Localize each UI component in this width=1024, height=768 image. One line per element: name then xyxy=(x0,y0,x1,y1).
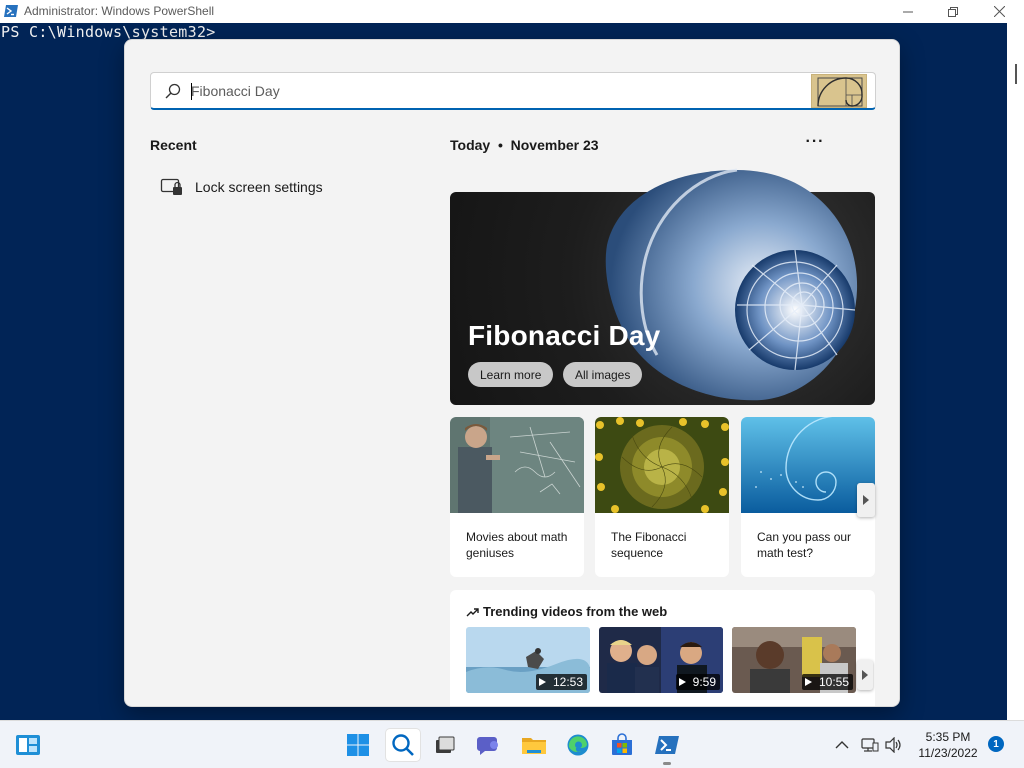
video-thumbnail[interactable]: 12:53 xyxy=(466,627,590,693)
widgets-button[interactable] xyxy=(11,729,45,761)
scrollbar-thumb[interactable] xyxy=(1015,64,1017,84)
restore-icon xyxy=(948,6,958,17)
video-duration: 10:55 xyxy=(818,675,849,689)
video-thumbnail[interactable]: 10:55 xyxy=(732,627,856,693)
search-box[interactable] xyxy=(150,72,876,110)
spiral-water-image xyxy=(741,417,875,513)
hero-title: Fibonacci Day xyxy=(468,320,661,351)
video-thumbnail[interactable]: 9:59 xyxy=(599,627,723,693)
edge-button[interactable] xyxy=(561,729,595,761)
lock-screen-settings-icon xyxy=(160,178,182,195)
play-icon xyxy=(678,678,686,686)
show-hidden-icons-button[interactable] xyxy=(832,735,852,755)
all-images-button[interactable]: All images xyxy=(563,362,643,387)
chevron-up-icon xyxy=(835,741,849,749)
console-scrollbar[interactable] xyxy=(1007,23,1024,720)
clock[interactable]: 5:35 PM 11/23/2022 xyxy=(910,729,986,761)
minimize-button[interactable] xyxy=(885,0,931,23)
close-icon xyxy=(993,6,1005,17)
close-button[interactable] xyxy=(976,0,1022,23)
widgets-icon xyxy=(16,735,40,755)
text-caret xyxy=(191,83,192,100)
tiles-next-button[interactable] xyxy=(857,483,875,517)
play-icon xyxy=(804,678,812,686)
search-icon xyxy=(165,83,181,99)
play-icon xyxy=(538,678,546,686)
search-flyout: Recent Lock screen settings Today • Nove… xyxy=(124,39,900,707)
taskbar: 5:35 PM 11/23/2022 1 xyxy=(0,720,1024,768)
trending-heading-label: Trending videos from the web xyxy=(483,604,668,619)
search-icon xyxy=(392,734,414,756)
task-view-button[interactable] xyxy=(428,729,462,761)
microsoft-store-icon xyxy=(612,733,632,755)
search-input[interactable] xyxy=(191,73,801,109)
tile-label: Movies about math geniuses xyxy=(466,530,568,560)
tile-label: The Fibonacci sequence xyxy=(611,530,687,560)
trending-arrow-icon xyxy=(466,607,479,616)
file-explorer-button[interactable] xyxy=(517,729,551,761)
restore-button[interactable] xyxy=(930,0,976,23)
trending-videos-card: Trending videos from the web 12:53 9:59 … xyxy=(450,590,875,706)
minimize-icon xyxy=(903,11,913,12)
chevron-right-icon xyxy=(862,670,868,680)
recent-item-label: Lock screen settings xyxy=(195,179,323,195)
learn-more-button[interactable]: Learn more xyxy=(468,362,554,387)
chalkboard-image xyxy=(450,417,584,513)
store-button[interactable] xyxy=(605,729,639,761)
window-title: Administrator: Windows PowerShell xyxy=(24,4,215,18)
tile-fibonacci-sequence[interactable]: The Fibonacci sequence xyxy=(595,417,729,577)
search-taskbar-button[interactable] xyxy=(386,729,420,761)
powershell-taskbar-button[interactable] xyxy=(650,729,684,765)
video-duration-badge: 12:53 xyxy=(535,674,587,690)
task-view-icon xyxy=(436,736,455,753)
chat-icon xyxy=(477,737,498,755)
more-options-button[interactable]: ··· xyxy=(799,130,831,154)
volume-button[interactable] xyxy=(884,735,904,755)
trending-heading: Trending videos from the web xyxy=(466,604,667,619)
running-indicator xyxy=(663,762,671,765)
chat-button[interactable] xyxy=(472,729,506,761)
recent-heading: Recent xyxy=(150,137,197,153)
video-duration: 9:59 xyxy=(692,675,716,689)
recent-item-lock-screen-settings[interactable]: Lock screen settings xyxy=(150,172,410,202)
powershell-icon xyxy=(655,736,679,754)
windows-logo-icon xyxy=(347,734,369,756)
edge-browser-icon xyxy=(567,734,589,756)
sunflower-image xyxy=(595,417,729,513)
start-button[interactable] xyxy=(341,729,375,761)
clock-date: 11/23/2022 xyxy=(918,746,978,760)
videos-next-button[interactable] xyxy=(857,660,873,690)
folder-icon xyxy=(522,738,546,754)
video-duration-badge: 9:59 xyxy=(675,674,720,690)
network-button[interactable] xyxy=(860,735,880,755)
powershell-app-icon xyxy=(4,5,18,17)
network-icon xyxy=(861,738,879,752)
chevron-right-icon xyxy=(863,495,869,505)
clock-time: 5:35 PM xyxy=(925,730,971,744)
speaker-icon xyxy=(885,737,901,753)
tile-movies-math-geniuses[interactable]: Movies about math geniuses xyxy=(450,417,584,577)
tile-label: Can you pass our math test? xyxy=(757,530,852,560)
today-heading: Today • November 23 xyxy=(450,137,599,153)
search-highlight-thumbnail[interactable] xyxy=(811,74,867,108)
video-duration-badge: 10:55 xyxy=(801,674,853,690)
tile-math-test[interactable]: Can you pass our math test? xyxy=(741,417,875,577)
golden-spiral-icon xyxy=(817,77,863,107)
notification-badge[interactable]: 1 xyxy=(988,736,1004,752)
powershell-titlebar[interactable]: Administrator: Windows PowerShell xyxy=(0,0,1024,23)
video-duration: 12:53 xyxy=(552,675,583,689)
